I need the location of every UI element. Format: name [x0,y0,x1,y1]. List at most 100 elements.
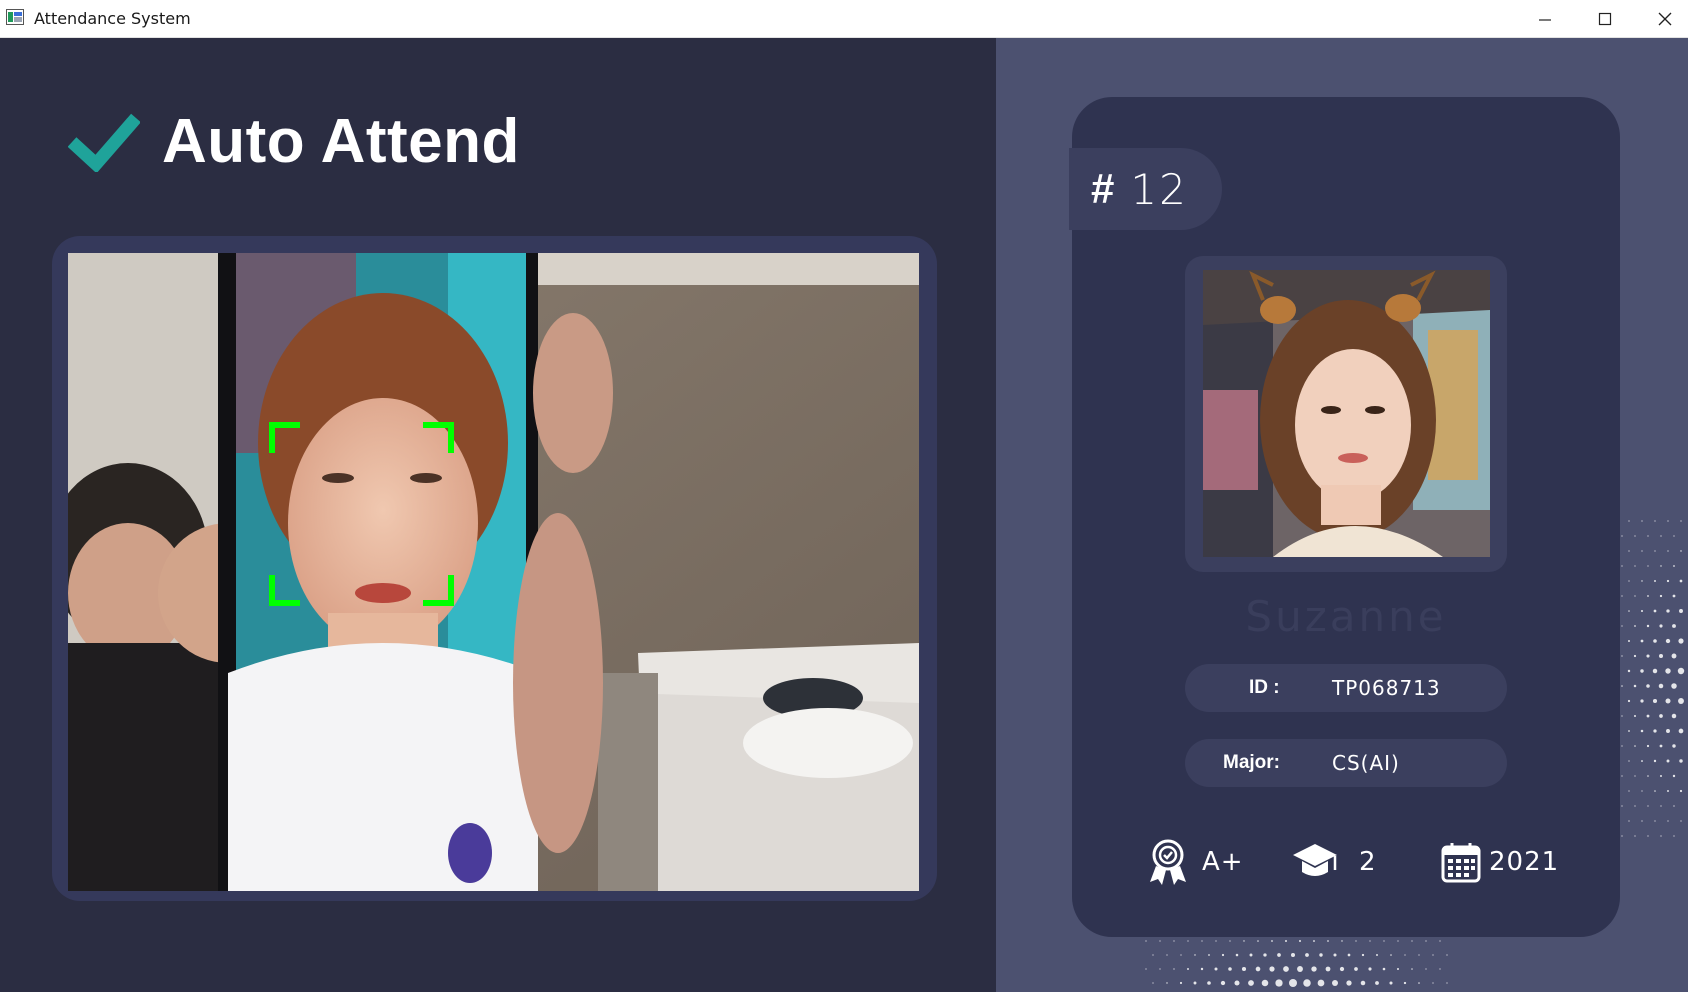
page-title: Auto Attend [162,107,520,176]
decor-dot [1654,790,1656,792]
decor-dot [1180,954,1182,956]
decor-dot [1621,835,1623,837]
decor-dot [1166,982,1168,984]
decor-dot [1355,940,1357,942]
decor-dot [1241,966,1247,972]
decor-dot [1667,790,1669,792]
decor-dot [1275,979,1283,987]
decor-dot [1255,966,1261,972]
minimize-button[interactable] [1515,0,1575,37]
decor-dot [1640,669,1644,673]
decor-dot [1671,713,1677,719]
decor-dot [1159,968,1161,970]
decor-dot [1235,953,1239,957]
decor-dot [1647,595,1649,597]
window-title: Attendance System [34,9,191,28]
decor-dot [1152,982,1154,984]
student-number: 12 [1130,164,1188,214]
decor-dot [1677,667,1685,675]
decor-dot [1640,639,1644,643]
decor-dot [1666,609,1670,613]
decor-dot [1425,968,1427,970]
decor-dot [1271,940,1273,942]
decor-dot [1659,744,1663,748]
decor-dot [1263,953,1267,957]
decor-dot [1396,967,1400,971]
decor-dot [1652,668,1658,674]
decor-dot [1277,953,1281,957]
decor-dot [1641,820,1643,822]
decor-dot [1411,940,1413,942]
decor-dot [1446,982,1448,984]
decor-dot [1680,820,1682,822]
decor-dot [1678,638,1684,644]
minimize-icon [1539,18,1551,21]
dot-pattern-bottom [1145,939,1448,987]
decor-dot [1303,979,1311,987]
decor-dot [1666,579,1670,583]
maximize-button[interactable] [1575,0,1635,37]
student-number-badge: # 12 [1069,148,1222,230]
calendar-icon [1441,843,1481,883]
decor-dot [1667,520,1669,522]
hash-icon: # [1091,165,1115,212]
decor-dot [1667,550,1669,552]
decor-dot [1418,982,1420,984]
decor-dot [1660,805,1662,807]
decor-dot [1673,805,1675,807]
decor-dot [1634,805,1636,807]
decor-dot [1628,760,1630,762]
decor-dot [1332,980,1338,986]
decor-dot [1145,940,1147,942]
decor-dot [1621,595,1623,597]
decor-dot [1397,940,1399,942]
decor-dot [1628,580,1630,582]
decor-dot [1243,940,1245,942]
decor-dot [1671,653,1677,659]
decor-dot [1654,520,1656,522]
decor-dot [1297,966,1303,972]
camera-feed [68,253,919,891]
decor-dot [1333,953,1337,957]
decor-dot [1640,699,1644,703]
decor-dot [1376,954,1378,956]
graduation-cap-icon [1293,844,1337,876]
decor-dot [1261,979,1269,987]
decor-dot [1660,775,1662,777]
intake-year-value: 2021 [1489,847,1560,877]
maximize-icon [1598,12,1612,25]
decor-dot [1634,835,1636,837]
decor-dot [1360,980,1366,986]
decor-dot [1647,535,1649,537]
decor-dot [1672,744,1676,748]
decor-dot [1285,940,1287,942]
decor-dot [1665,668,1671,674]
year-of-study-value: 2 [1359,847,1377,877]
decor-dot [1346,980,1352,986]
decor-dot [1659,594,1663,598]
decor-dot [1634,535,1636,537]
decor-dot [1660,565,1662,567]
decor-dot [1319,953,1323,957]
decor-dot [1679,789,1683,793]
decor-dot [1628,520,1630,522]
decor-dot [1215,940,1217,942]
decor-dot [1283,966,1289,972]
decor-dot [1653,729,1657,733]
decor-dot [1654,550,1656,552]
decor-dot [1369,940,1371,942]
decor-dot [1660,535,1662,537]
decor-dot [1248,980,1254,986]
decor-dot [1628,610,1630,612]
decor-dot [1653,609,1657,613]
decor-dot [1680,520,1682,522]
decor-dot [1647,775,1649,777]
decor-dot [1673,565,1675,567]
decor-dot [1179,981,1183,985]
decor-dot [1658,683,1664,689]
decor-dot [1672,594,1676,598]
decor-dot [1634,775,1636,777]
decor-dot [1628,820,1630,822]
decor-dot [1208,954,1210,956]
close-button[interactable] [1635,0,1688,37]
